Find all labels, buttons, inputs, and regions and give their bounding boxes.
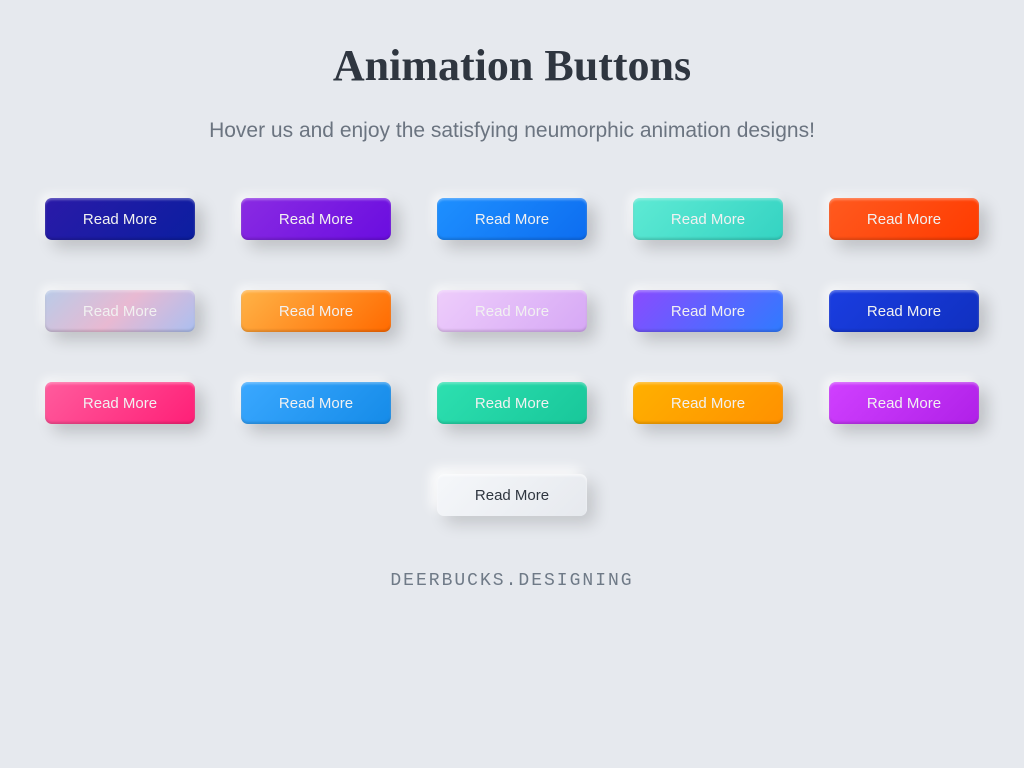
btn-amber[interactable]: Read More xyxy=(633,382,783,424)
btn-red-orange[interactable]: Read More xyxy=(829,198,979,240)
btn-purple-blue[interactable]: Read More xyxy=(633,290,783,332)
btn-pastel-grad[interactable]: Read More xyxy=(45,290,195,332)
btn-pink[interactable]: Read More xyxy=(45,382,195,424)
button-grid: Read More Read More Read More Read More Read… xyxy=(32,198,992,516)
btn-violet[interactable]: Read More xyxy=(241,198,391,240)
btn-lavender[interactable]: Read More xyxy=(437,290,587,332)
btn-azure[interactable]: Read More xyxy=(437,198,587,240)
btn-mint[interactable]: Read More xyxy=(437,382,587,424)
btn-neutral[interactable]: Read More xyxy=(437,474,587,516)
page-subtitle: Hover us and enjoy the satisfying neumor… xyxy=(0,119,1024,143)
btn-navy[interactable]: Read More xyxy=(45,198,195,240)
btn-teal[interactable]: Read More xyxy=(633,198,783,240)
btn-magenta[interactable]: Read More xyxy=(829,382,979,424)
btn-sky[interactable]: Read More xyxy=(241,382,391,424)
footer-brand: DEERBUCKS.DESIGNING xyxy=(0,571,1024,591)
page-title: Animation Buttons xyxy=(0,40,1024,91)
btn-royal-blue[interactable]: Read More xyxy=(829,290,979,332)
btn-orange[interactable]: Read More xyxy=(241,290,391,332)
